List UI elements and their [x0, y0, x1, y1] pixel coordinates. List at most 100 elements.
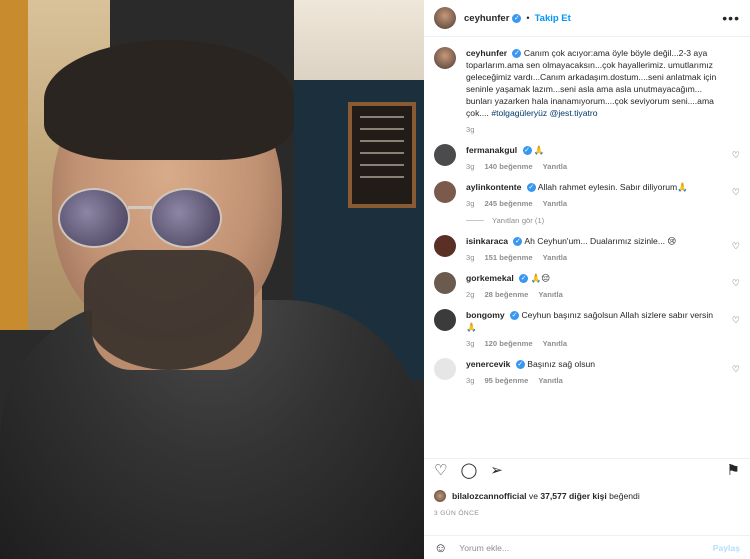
heart-icon[interactable]: ♡: [732, 278, 740, 289]
liked-by-count[interactable]: 37,577 diğer kişi: [540, 491, 606, 501]
avatar[interactable]: [434, 272, 456, 294]
post-header: ceyhunfer ✓ • Takip Et •••: [424, 0, 750, 37]
post-viewer: ceyhunfer ✓ • Takip Et ••• ceyhunfer ✓ C…: [0, 0, 750, 559]
caption-meta: 3g: [466, 125, 740, 134]
post-panel: ceyhunfer ✓ • Takip Et ••• ceyhunfer ✓ C…: [424, 0, 750, 559]
verified-icon: ✓: [512, 13, 522, 23]
comment-meta: 3g 120 beğenme Yanıtla: [466, 339, 740, 348]
heart-icon[interactable]: ♡: [732, 241, 740, 252]
sunglasses-right-lens: [150, 188, 222, 248]
liked-by-user[interactable]: bilalozcannofficial: [452, 491, 527, 501]
comment-meta: 3g 151 beğenme Yanıtla: [466, 253, 694, 262]
save-icon[interactable]: ⚑: [727, 463, 740, 478]
view-replies-button[interactable]: Yanıtları gör (1): [466, 216, 740, 225]
avatar[interactable]: [434, 7, 456, 29]
post-timestamp: 3 GÜN ÖNCE: [434, 510, 480, 517]
comment-body: 🙏😔: [530, 273, 551, 283]
caption-text: ceyhunfer ✓ Canım çok acıyor:ama öyle bö…: [466, 47, 740, 119]
verified-icon: ✓: [512, 49, 522, 59]
comment-input[interactable]: [459, 542, 713, 553]
comment-likes[interactable]: 28 beğenme: [484, 290, 528, 299]
reply-button[interactable]: Yanıtla: [543, 339, 567, 348]
share-icon[interactable]: ➢: [490, 463, 503, 478]
post-photo[interactable]: [0, 0, 424, 559]
liked-by-suffix: beğendi: [609, 491, 640, 501]
avatar[interactable]: [434, 144, 456, 166]
comment-row: aylinkontente ✓ Allah rahmet eylesin. Sa…: [434, 181, 740, 208]
photo-beard: [84, 250, 254, 370]
separator-dot: •: [526, 13, 530, 23]
sunglasses-left-lens: [58, 188, 130, 248]
avatar[interactable]: [434, 309, 456, 331]
avatar[interactable]: [434, 358, 456, 380]
heart-icon[interactable]: ♡: [434, 463, 447, 478]
comment-text: yenercevik ✓ Başınız sağ olsun: [466, 358, 613, 370]
verified-icon: ✓: [515, 360, 525, 370]
comment-likes[interactable]: 245 beğenme: [484, 199, 532, 208]
comment-username[interactable]: isinkaraca: [466, 236, 508, 246]
comments-list[interactable]: ceyhunfer ✓ Canım çok acıyor:ama öyle bö…: [424, 37, 750, 457]
heart-icon[interactable]: ♡: [732, 150, 740, 161]
sunglasses-bridge: [128, 206, 152, 209]
comment-text: bongomy ✓ Ceyhun başınız sağolsun Allah …: [466, 309, 740, 333]
reply-button[interactable]: Yanıtla: [543, 199, 567, 208]
verified-icon: ✓: [519, 274, 529, 284]
comment-username[interactable]: aylinkontente: [466, 182, 521, 192]
comment-row: fermanakgul ✓ 🙏 3g 140 beğenme Yanıtla ♡: [434, 144, 740, 171]
reply-button[interactable]: Yanıtla: [543, 253, 567, 262]
follow-button[interactable]: Takip Et: [535, 13, 571, 24]
comment-text: fermanakgul ✓ 🙏: [466, 144, 577, 156]
emoji-icon[interactable]: ☺: [434, 540, 447, 555]
comment-rows: fermanakgul ✓ 🙏 3g 140 beğenme Yanıtla ♡ ayli…: [434, 144, 740, 385]
comment-likes[interactable]: 120 beğenme: [484, 339, 532, 348]
heart-icon[interactable]: ♡: [732, 315, 740, 326]
comment-icon[interactable]: ◯: [460, 463, 477, 478]
photo-hair: [44, 40, 294, 160]
comment-meta: 2g 28 beğenme Yanıtla: [466, 290, 573, 299]
comment-time: 3g: [466, 199, 475, 208]
avatar[interactable]: [434, 490, 446, 502]
add-comment-bar: ☺ Paylaş: [424, 535, 750, 559]
comment-username[interactable]: gorkemekal: [466, 273, 514, 283]
heart-icon[interactable]: ♡: [732, 187, 740, 198]
verified-icon: ✓: [513, 237, 523, 247]
comment-text: isinkaraca ✓ Ah Ceyhun'um... Dualarımız …: [466, 235, 694, 247]
comment-body: Başınız sağ olsun: [527, 359, 596, 369]
comment-meta: 3g 95 beğenme Yanıtla: [466, 376, 613, 385]
more-icon[interactable]: •••: [722, 10, 740, 26]
author-username[interactable]: ceyhunfer: [464, 13, 509, 24]
comment-time: 3g: [466, 162, 475, 171]
avatar[interactable]: [434, 181, 456, 203]
reply-button[interactable]: Yanıtla: [538, 290, 562, 299]
comment-likes[interactable]: 151 beğenme: [484, 253, 532, 262]
verified-icon: ✓: [510, 311, 520, 321]
caption-tags[interactable]: #tolgagüleryüz @jest.tiyatro: [491, 108, 597, 118]
reply-button[interactable]: Yanıtla: [538, 376, 562, 385]
action-bar: ♡ ◯ ➢ ⚑: [424, 458, 750, 482]
comment-row: bongomy ✓ Ceyhun başınız sağolsun Allah …: [434, 309, 740, 348]
comment-body: Allah rahmet eylesin. Sabır diliyorum🙏: [537, 182, 688, 192]
comment-likes[interactable]: 95 beğenme: [484, 376, 528, 385]
comment-meta: 3g 140 beğenme Yanıtla: [466, 162, 577, 171]
verified-icon: ✓: [526, 183, 536, 193]
comment-body: Ah Ceyhun'um... Dualarımız sizinle... 😢: [524, 236, 677, 246]
avatar[interactable]: [434, 235, 456, 257]
caption-time: 3g: [466, 125, 475, 134]
comment-row: yenercevik ✓ Başınız sağ olsun 3g 95 beğen…: [434, 358, 740, 385]
avatar[interactable]: [434, 47, 456, 69]
comment-username[interactable]: fermanakgul: [466, 145, 517, 155]
liked-by-rest: ve: [528, 491, 538, 501]
comment-time: 3g: [466, 253, 475, 262]
verified-icon: ✓: [522, 146, 532, 156]
comment-meta: 3g 245 beğenme Yanıtla: [466, 199, 706, 208]
post-comment-button[interactable]: Paylaş: [713, 543, 740, 553]
comment-row: gorkemekal ✓ 🙏😔 2g 28 beğenme Yanıtla ♡: [434, 272, 740, 299]
reply-button[interactable]: Yanıtla: [543, 162, 567, 171]
comment-time: 3g: [466, 376, 475, 385]
heart-icon[interactable]: ♡: [732, 364, 740, 375]
caption-username[interactable]: ceyhunfer: [466, 48, 507, 58]
comment-username[interactable]: bongomy: [466, 310, 505, 320]
likes-summary[interactable]: bilalozcannofficial ve 37,577 diğer kişi…: [434, 490, 640, 502]
comment-likes[interactable]: 140 beğenme: [484, 162, 532, 171]
comment-username[interactable]: yenercevik: [466, 359, 510, 369]
